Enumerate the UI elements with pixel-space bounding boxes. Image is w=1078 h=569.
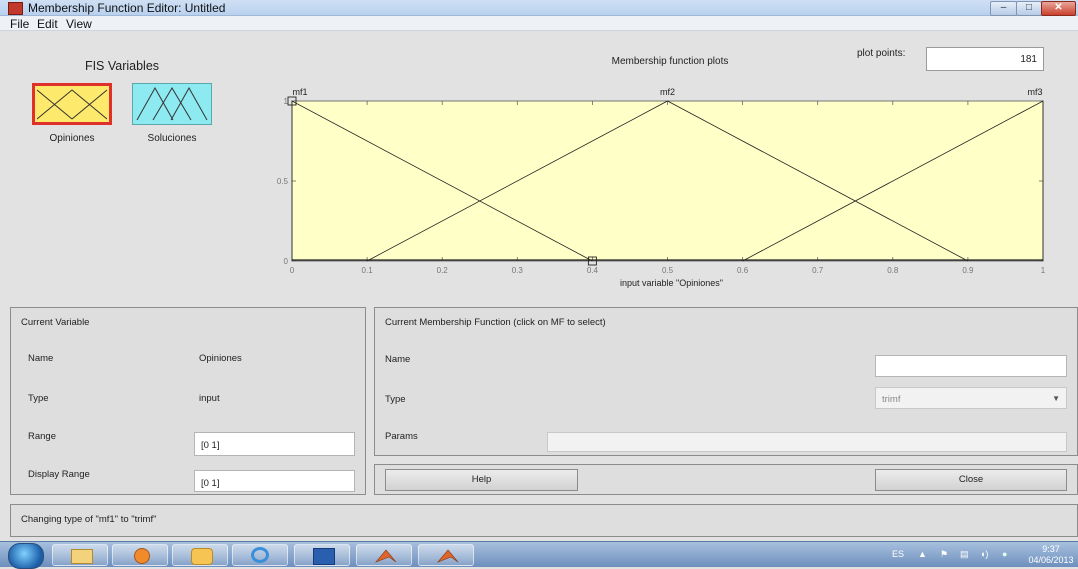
matlab-icon xyxy=(375,549,397,563)
variable-name-value: Opiniones xyxy=(199,353,242,364)
mf-name-input[interactable] xyxy=(875,355,1067,377)
x-tick-label: 1 xyxy=(1041,266,1046,275)
x-tick-label: 0.5 xyxy=(662,266,674,275)
status-message: Changing type of "mf1" to "trimf" xyxy=(21,514,157,525)
x-tick-label: 0.8 xyxy=(887,266,899,275)
flag-icon[interactable]: ⚑ xyxy=(940,549,948,560)
mf-type-select[interactable]: trimf ▼ xyxy=(875,387,1067,409)
internet-explorer-icon xyxy=(251,547,269,563)
taskbar-matlab-1[interactable] xyxy=(356,544,412,566)
top-area: FIS Variables Opiniones Soluciones Membe… xyxy=(0,31,1078,298)
current-mf-title: Current Membership Function (click on MF… xyxy=(385,317,606,328)
mf-label-mf3: mf3 xyxy=(1027,87,1042,97)
mf-type-value: trimf xyxy=(882,394,901,405)
mf-type-label: Type xyxy=(385,394,406,405)
taskbar-messenger[interactable] xyxy=(172,544,228,566)
word-icon xyxy=(313,548,335,565)
network-icon[interactable]: ▤ xyxy=(960,549,969,560)
params-input[interactable] xyxy=(547,432,1067,452)
status-bar: Changing type of "mf1" to "trimf" xyxy=(10,504,1078,537)
x-axis-label: input variable "Opiniones" xyxy=(620,278,723,288)
mf-name-label: Name xyxy=(385,354,411,365)
display-range-input[interactable]: [0 1] xyxy=(194,470,355,492)
language-indicator[interactable]: ES xyxy=(892,549,904,559)
matlab-app-icon xyxy=(8,2,23,15)
x-tick-label: 0.1 xyxy=(362,266,374,275)
minimize-button[interactable]: – xyxy=(990,1,1017,16)
y-tick-label: 0 xyxy=(284,257,289,266)
menu-view[interactable]: View xyxy=(66,17,92,31)
current-variable-title: Current Variable xyxy=(21,317,90,328)
range-label: Range xyxy=(28,431,56,442)
window-title-bar: Membership Function Editor: Untitled – □… xyxy=(0,0,1078,16)
current-variable-panel: Current Variable Name Opiniones Type inp… xyxy=(10,307,366,495)
mf-label-mf2: mf2 xyxy=(660,87,675,97)
folder-icon xyxy=(71,549,93,564)
window-title: Membership Function Editor: Untitled xyxy=(28,1,226,15)
variable-type-label: Type xyxy=(28,393,49,404)
close-button[interactable]: Close xyxy=(875,469,1067,491)
x-tick-label: 0.9 xyxy=(962,266,974,275)
clock-time: 9:37 xyxy=(1042,544,1060,554)
security-icon[interactable]: ● xyxy=(1002,549,1007,559)
mf-label-mf1: mf1 xyxy=(292,87,307,97)
x-tick-label: 0.2 xyxy=(437,266,449,275)
matlab-icon xyxy=(437,549,459,563)
menu-edit[interactable]: Edit xyxy=(37,17,58,31)
y-tick-label: 0.5 xyxy=(277,177,289,186)
variable-name-label: Name xyxy=(28,353,54,364)
taskbar-media-player[interactable] xyxy=(112,544,168,566)
taskbar-internet-explorer[interactable] xyxy=(232,544,288,566)
clock-date: 04/06/2013 xyxy=(1028,555,1074,565)
start-button[interactable] xyxy=(8,543,44,569)
x-tick-label: 0.4 xyxy=(587,266,599,275)
button-panel: Help Close xyxy=(374,464,1078,495)
taskbar-matlab-2[interactable] xyxy=(418,544,474,566)
volume-icon[interactable]: ◖) xyxy=(980,549,988,559)
taskbar-explorer[interactable] xyxy=(52,544,108,566)
x-tick-label: 0.7 xyxy=(812,266,824,275)
taskbar-word[interactable] xyxy=(294,544,350,566)
close-window-button[interactable]: ✕ xyxy=(1041,1,1076,16)
x-tick-label: 0 xyxy=(290,266,295,275)
x-tick-label: 0.3 xyxy=(512,266,524,275)
show-hidden-icons[interactable]: ▲ xyxy=(918,549,927,559)
help-button[interactable]: Help xyxy=(385,469,578,491)
media-player-icon xyxy=(134,548,150,564)
plot-area xyxy=(291,100,1044,262)
menu-file[interactable]: File xyxy=(10,17,29,31)
windows-taskbar: ES ▲ ⚑ ▤ ◖) ● 9:37 04/06/2013 xyxy=(0,541,1078,569)
x-tick-label: 0.6 xyxy=(737,266,749,275)
chevron-down-icon: ▼ xyxy=(1052,394,1060,403)
messenger-icon xyxy=(191,548,213,565)
membership-function-plot[interactable]: 0 0.1 0.2 0.3 0.4 0.5 0.6 0.7 0.8 0.9 100.51mf1 mf2… xyxy=(0,31,1078,298)
maximize-button[interactable]: □ xyxy=(1016,1,1042,16)
range-input[interactable]: [0 1] xyxy=(194,432,355,456)
variable-type-value: input xyxy=(199,393,220,404)
params-label: Params xyxy=(385,431,418,442)
display-range-label: Display Range xyxy=(28,469,90,480)
clock[interactable]: 9:37 04/06/2013 xyxy=(1026,544,1076,566)
menu-bar: File Edit View xyxy=(0,16,1078,31)
current-mf-panel: Current Membership Function (click on MF… xyxy=(374,307,1078,456)
